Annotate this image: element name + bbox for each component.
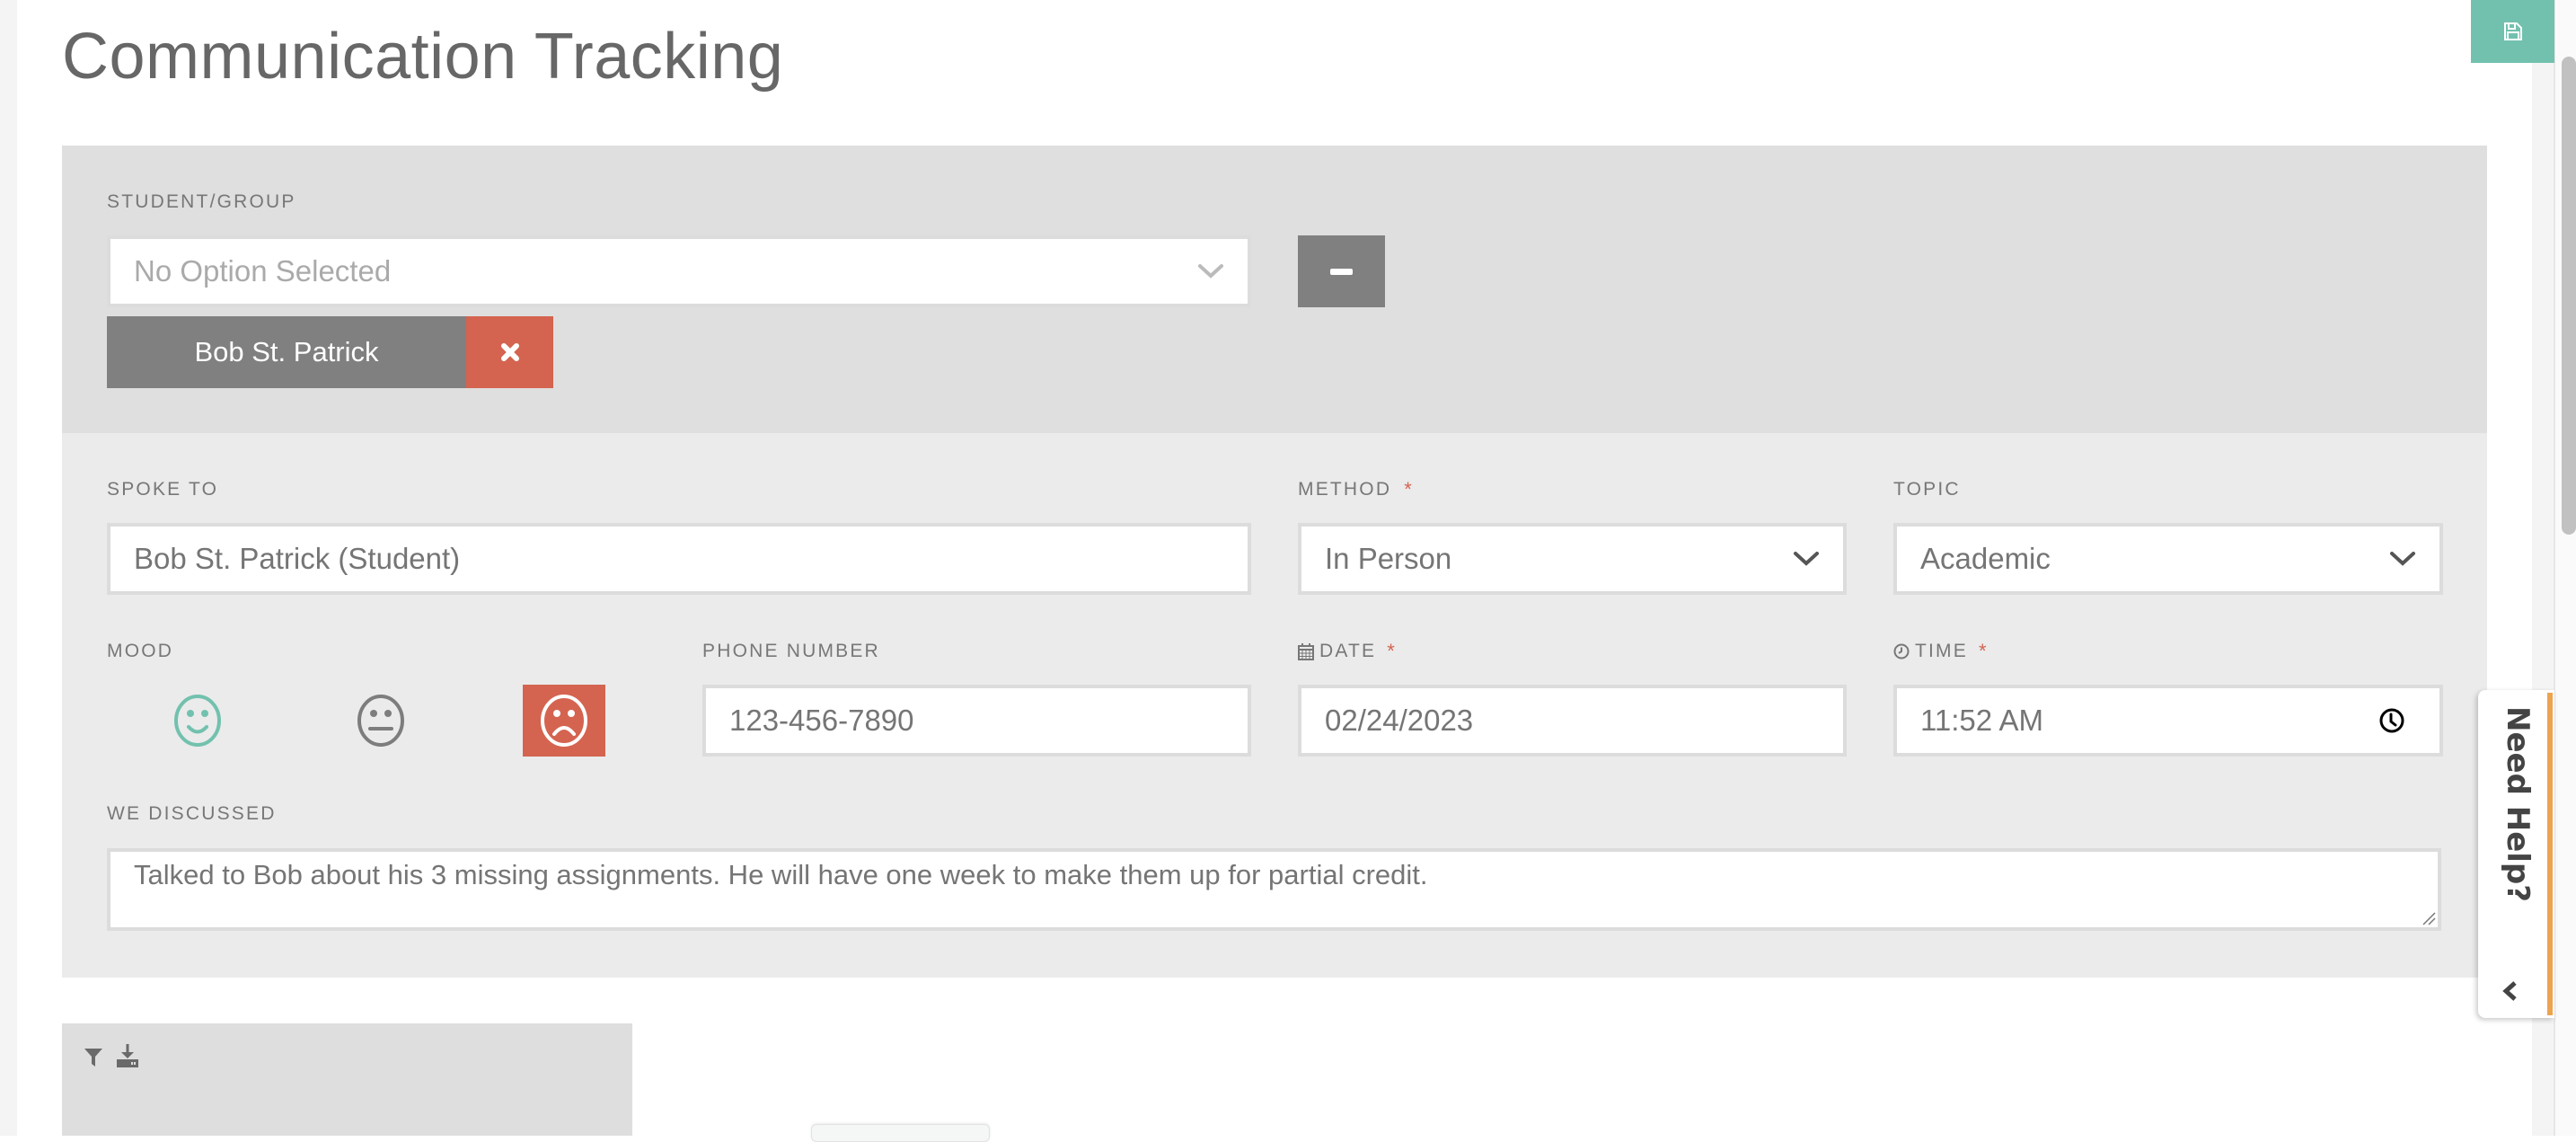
mood-happy-button[interactable] [156, 685, 239, 757]
scrollbar-thumb[interactable] [2562, 57, 2576, 535]
phone-number-value: 123-456-7890 [729, 704, 914, 737]
smile-icon [174, 695, 221, 747]
chevron-down-icon [2390, 552, 2415, 566]
topic-select[interactable]: Academic [1893, 523, 2443, 595]
topic-value: Academic [1920, 542, 2051, 575]
time-input[interactable]: 11:52 AM [1893, 685, 2443, 757]
need-help-widget[interactable]: Need Help? [2478, 690, 2554, 1018]
remove-student-group-button[interactable] [1298, 235, 1385, 307]
page-title: Communication Tracking [62, 21, 784, 93]
date-label-text: DATE [1319, 641, 1377, 661]
help-accent-stripe [2547, 693, 2553, 1015]
mood-neutral-button[interactable] [340, 685, 422, 757]
method-label-text: METHOD [1298, 479, 1392, 500]
chevron-down-icon [1794, 552, 1819, 566]
spoke-to-label: SPOKE TO [107, 479, 219, 500]
resize-handle-icon[interactable] [2422, 911, 2436, 925]
filter-icon[interactable] [84, 1047, 103, 1068]
selected-student-tag-label: Bob St. Patrick [194, 336, 379, 367]
time-label-text: TIME [1915, 641, 1968, 661]
minus-icon [1330, 268, 1353, 275]
phone-number-label: PHONE NUMBER [702, 641, 880, 661]
frown-icon [541, 695, 587, 747]
method-select[interactable]: In Person [1298, 523, 1847, 595]
partial-visible-button[interactable] [811, 1124, 990, 1142]
remove-tag-button[interactable] [466, 316, 553, 388]
we-discussed-textarea[interactable]: Talked to Bob about his 3 missing assign… [107, 848, 2441, 931]
chevron-down-icon [1198, 264, 1223, 279]
date-label: DATE * [1298, 640, 1397, 663]
method-label: METHOD * [1298, 478, 1414, 501]
floppy-disk-icon [2503, 22, 2522, 40]
times-icon [500, 343, 519, 361]
topic-label: TOPIC [1893, 479, 1961, 500]
clock-picker-icon[interactable] [2378, 707, 2405, 734]
student-group-select-placeholder: No Option Selected [134, 254, 392, 288]
spoke-to-input[interactable]: Bob St. Patrick (Student) [107, 523, 1251, 595]
date-input[interactable]: 02/24/2023 [1298, 685, 1847, 757]
student-group-select[interactable]: No Option Selected [107, 235, 1251, 307]
spoke-to-value: Bob St. Patrick (Student) [134, 542, 461, 575]
time-label: TIME * [1893, 640, 1989, 663]
chevron-left-icon[interactable] [2501, 980, 2519, 1002]
left-gutter [0, 0, 17, 1136]
meh-icon [357, 695, 404, 747]
date-value: 02/24/2023 [1325, 704, 1474, 737]
clock-icon [1893, 643, 1910, 660]
save-button[interactable] [2471, 0, 2554, 63]
student-group-label: STUDENT/GROUP [107, 191, 296, 212]
mood-label: MOOD [107, 641, 174, 661]
need-help-label: Need Help? [2500, 706, 2536, 902]
required-marker: * [1387, 640, 1398, 662]
mood-sad-button[interactable] [523, 685, 605, 757]
method-value: In Person [1325, 542, 1452, 575]
we-discussed-value: Talked to Bob about his 3 missing assign… [134, 859, 1428, 890]
table-toolbar-panel [62, 1023, 632, 1136]
required-marker: * [1404, 478, 1414, 500]
time-value: 11:52 AM [1920, 704, 2043, 737]
required-marker: * [1978, 640, 1989, 662]
we-discussed-label: WE DISCUSSED [107, 803, 277, 824]
phone-number-input[interactable]: 123-456-7890 [702, 685, 1251, 757]
calendar-icon [1298, 643, 1314, 660]
selected-student-tag: Bob St. Patrick [107, 316, 466, 388]
download-icon[interactable] [116, 1043, 139, 1068]
